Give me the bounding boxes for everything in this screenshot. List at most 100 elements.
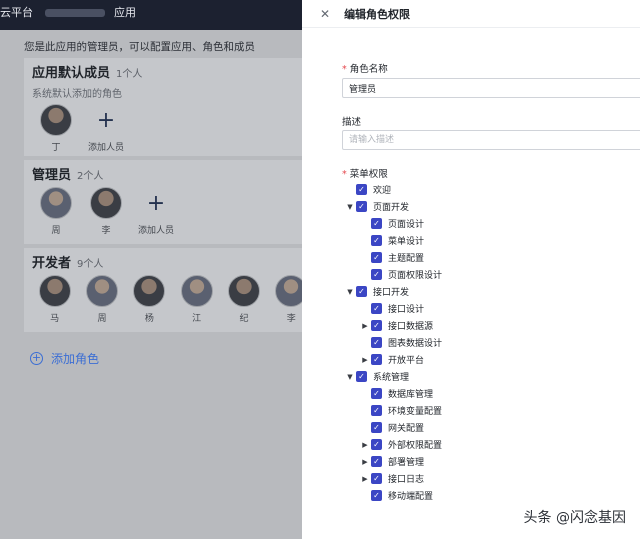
tree-node[interactable]: ✓ 欢迎 xyxy=(342,181,632,198)
add-role-button[interactable]: + 添加角色 xyxy=(30,350,99,367)
menu-permission-tree: ✓ 欢迎 ▼ ✓ 页面开发 ✓ 页面设计 ✓ 菜单设计 ✓ 主题配置 ✓ 页面权限设计 ▼ ✓ 接口开发 ✓ 接口… xyxy=(342,181,632,504)
checkbox-checked-icon[interactable]: ✓ xyxy=(371,473,382,484)
avatar xyxy=(133,275,166,307)
tree-node[interactable]: ▶ ✓ 开放平台 xyxy=(342,351,632,368)
avatar xyxy=(275,275,302,307)
member-name: 江 xyxy=(192,314,202,324)
checkbox-checked-icon[interactable]: ✓ xyxy=(356,371,367,382)
tree-node[interactable]: ✓ 主题配置 xyxy=(342,249,632,266)
caret-down-icon[interactable]: ▼ xyxy=(344,203,356,211)
member-item[interactable]: 杨 xyxy=(127,275,172,324)
description-input[interactable] xyxy=(342,130,640,150)
tree-node[interactable]: ✓ 移动端配置 xyxy=(342,487,632,504)
tree-node[interactable]: ▼ ✓ 接口开发 xyxy=(342,283,632,300)
watermark: 头条 @闪念基因 xyxy=(523,510,626,526)
tree-node[interactable]: ✓ 页面权限设计 xyxy=(342,266,632,283)
role-name-input[interactable] xyxy=(342,78,640,98)
tree-node[interactable]: ▶ ✓ 接口数据源 xyxy=(342,317,632,334)
checkbox-checked-icon[interactable]: ✓ xyxy=(356,286,367,297)
checkbox-checked-icon[interactable]: ✓ xyxy=(356,201,367,212)
member-name: 丁 xyxy=(51,143,61,153)
checkbox-checked-icon[interactable]: ✓ xyxy=(356,184,367,195)
role-name-label: * 角色名称 xyxy=(342,64,388,75)
avatar xyxy=(90,187,122,219)
tree-node[interactable]: ✓ 数据库管理 xyxy=(342,385,632,402)
tree-node-label: 移动端配置 xyxy=(388,492,434,502)
member-item[interactable]: 周 xyxy=(79,275,124,324)
member-item[interactable]: 李 xyxy=(82,187,130,236)
caret-right-icon[interactable]: ▶ xyxy=(359,322,371,330)
card-title: 开发者 xyxy=(32,256,72,271)
checkbox-checked-icon[interactable]: ✓ xyxy=(371,320,382,331)
add-member-button[interactable]: + 添加人员 xyxy=(132,187,180,237)
checkbox-checked-icon[interactable]: ✓ xyxy=(371,269,382,280)
tree-node-label: 主题配置 xyxy=(388,254,425,264)
member-item[interactable]: 李 xyxy=(269,275,302,324)
member-name: 周 xyxy=(51,226,61,236)
redacted-text xyxy=(44,9,105,17)
checkbox-checked-icon[interactable]: ✓ xyxy=(371,405,382,416)
avatar xyxy=(180,275,213,307)
tree-node[interactable]: ✓ 页面设计 xyxy=(342,215,632,232)
add-member-label: 添加人员 xyxy=(87,143,124,153)
tree-node[interactable]: ▶ ✓ 部署管理 xyxy=(342,453,632,470)
checkbox-checked-icon[interactable]: ✓ xyxy=(371,422,382,433)
avatar xyxy=(38,275,71,307)
member-item[interactable]: 周 xyxy=(32,187,80,236)
tree-node-label: 页面设计 xyxy=(388,220,425,230)
plus-circle-icon: + xyxy=(30,351,43,365)
required-asterisk: * xyxy=(342,64,347,75)
caret-right-icon[interactable]: ▶ xyxy=(359,441,371,449)
tree-node[interactable]: ✓ 接口设计 xyxy=(342,300,632,317)
tree-node[interactable]: ▼ ✓ 页面开发 xyxy=(342,198,632,215)
close-icon[interactable]: ✕ xyxy=(320,7,330,21)
default-members-card: 应用默认成员 1个人 系统默认添加的角色 丁 + 添加人员 xyxy=(24,58,302,156)
add-member-button[interactable]: + 添加人员 xyxy=(82,104,130,154)
member-item[interactable]: 江 xyxy=(174,275,219,324)
checkbox-checked-icon[interactable]: ✓ xyxy=(371,388,382,399)
tree-node-label: 页面开发 xyxy=(373,203,410,213)
caret-right-icon[interactable]: ▶ xyxy=(359,475,371,483)
caret-right-icon[interactable]: ▶ xyxy=(359,458,371,466)
member-count: 2个人 xyxy=(77,171,104,182)
checkbox-checked-icon[interactable]: ✓ xyxy=(371,490,382,501)
checkbox-checked-icon[interactable]: ✓ xyxy=(371,218,382,229)
description-label: 描述 xyxy=(342,117,362,128)
tree-node-label: 接口开发 xyxy=(373,288,410,298)
member-item[interactable]: 纪 xyxy=(221,275,266,324)
tree-node[interactable]: ▶ ✓ 接口日志 xyxy=(342,470,632,487)
checkbox-checked-icon[interactable]: ✓ xyxy=(371,439,382,450)
checkbox-checked-icon[interactable]: ✓ xyxy=(371,303,382,314)
caret-down-icon[interactable]: ▼ xyxy=(344,373,356,381)
caret-right-icon[interactable]: ▶ xyxy=(359,356,371,364)
edit-role-drawer: ✕ 编辑角色权限 *角色名称 描述 *菜单权限 ✓欢迎▼✓页面开发✓页面设计✓菜… xyxy=(302,0,640,539)
member-item[interactable]: 丁 xyxy=(32,104,80,153)
checkbox-checked-icon[interactable]: ✓ xyxy=(371,456,382,467)
add-member-label: 添加人员 xyxy=(137,226,174,236)
tree-node[interactable]: ▼ ✓ 系统管理 xyxy=(342,368,632,385)
plus-icon: + xyxy=(146,190,166,216)
tree-node[interactable]: ✓ 菜单设计 xyxy=(342,232,632,249)
avatar xyxy=(40,187,72,219)
caret-down-icon[interactable]: ▼ xyxy=(344,288,356,296)
card-title: 管理员 xyxy=(32,168,72,183)
member-item[interactable]: 马 xyxy=(32,275,77,324)
add-role-label: 添加角色 xyxy=(51,352,100,366)
checkbox-checked-icon[interactable]: ✓ xyxy=(371,235,382,246)
checkbox-checked-icon[interactable]: ✓ xyxy=(371,337,382,348)
tree-node[interactable]: ✓ 图表数据设计 xyxy=(342,334,632,351)
tree-node-label: 接口数据源 xyxy=(388,322,434,332)
checkbox-checked-icon[interactable]: ✓ xyxy=(371,252,382,263)
drawer-title: 编辑角色权限 xyxy=(344,7,411,21)
member-name: 杨 xyxy=(144,314,154,324)
member-list: 马 周 杨 江 纪 李 xyxy=(24,275,302,324)
tree-node[interactable]: ✓ 网关配置 xyxy=(342,419,632,436)
tree-node[interactable]: ✓ 环境变量配置 xyxy=(342,402,632,419)
checkbox-checked-icon[interactable]: ✓ xyxy=(371,354,382,365)
tree-node[interactable]: ▶ ✓ 外部权限配置 xyxy=(342,436,632,453)
tree-node-label: 页面权限设计 xyxy=(388,271,443,281)
tree-node-label: 部署管理 xyxy=(388,458,425,468)
avatar xyxy=(227,275,260,307)
member-name: 周 xyxy=(97,314,107,324)
drawer-header: ✕ 编辑角色权限 xyxy=(302,0,640,28)
